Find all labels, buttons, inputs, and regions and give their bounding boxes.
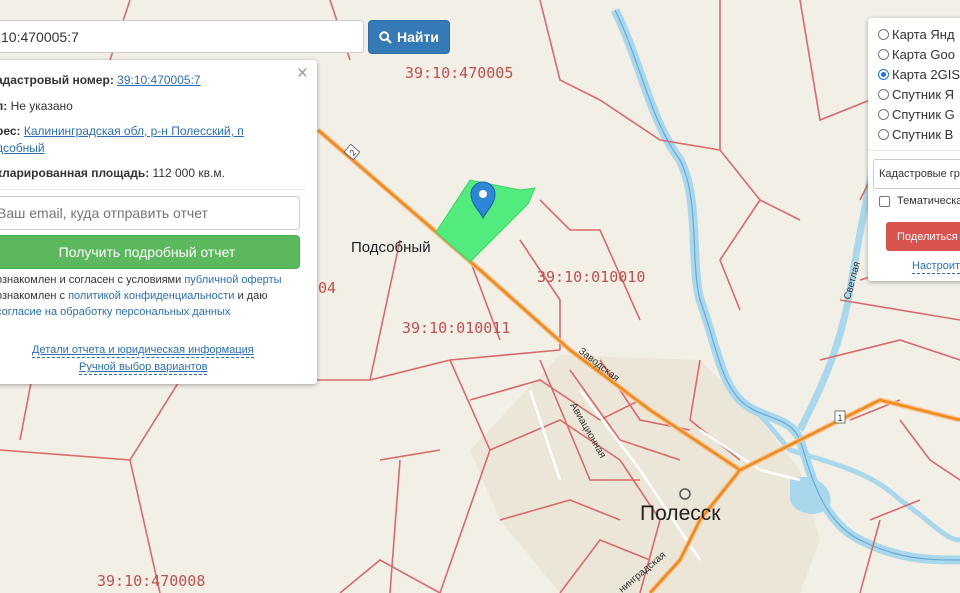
share-button[interactable]: Поделиться — [886, 222, 960, 251]
type-value: Не указано — [10, 99, 73, 113]
parcel-info-panel: × адастровый номер: 39:10:470005:7 п: Не… — [0, 60, 317, 384]
cadastral-number-row: адастровый номер: 39:10:470005:7 — [0, 73, 201, 87]
cadastral-number-label: адастровый номер: — [0, 73, 114, 87]
type-label: п: — [0, 99, 8, 113]
area-label: кларированная площадь: — [0, 166, 150, 180]
terms-privacy: ознакомлен с политикой конфиденциальност… — [0, 288, 268, 304]
get-report-label: Получить подробный отчет — [58, 244, 236, 260]
close-icon[interactable]: × — [297, 64, 308, 83]
road-number-1: 1 — [837, 413, 842, 423]
radio-icon[interactable] — [878, 28, 889, 40]
cadastral-search-input[interactable] — [0, 20, 364, 53]
terms-privacy-text: ознакомлен с — [0, 290, 66, 302]
public-offer-link[interactable]: публичной оферты — [184, 274, 281, 286]
layer-option-yandex-map[interactable]: Карта Янд — [878, 24, 955, 44]
layer-option-yandex-satellite[interactable]: Спутник Я — [878, 84, 954, 104]
search-button-label: Найти — [397, 29, 439, 45]
terms-privacy-tail: и даю — [237, 290, 268, 302]
overlay-select[interactable]: Кадастровые гр — [873, 159, 960, 189]
radio-icon[interactable] — [878, 48, 889, 60]
radio-icon[interactable] — [878, 88, 889, 100]
layers-panel: Карта Янд Карта Goo Карта 2GIS Спутник Я… — [868, 18, 960, 281]
terms-offer: ознакомлен и согласен с условиями публич… — [0, 272, 282, 288]
consent-link[interactable]: согласие на обработку персональных данны… — [0, 306, 230, 318]
terms-consent: согласие на обработку персональных данны… — [0, 304, 230, 320]
checkbox-icon[interactable] — [879, 195, 890, 207]
town-label: Полесск — [640, 502, 721, 525]
village-label: Подсобный — [351, 239, 431, 256]
radio-icon[interactable] — [878, 108, 889, 120]
cadastral-number-link[interactable]: 39:10:470005:7 — [117, 73, 200, 87]
terms-offer-text: ознакомлен и согласен с условиями — [0, 274, 182, 286]
thematic-checkbox[interactable]: Тематическа — [879, 195, 960, 207]
search-button[interactable]: Найти — [368, 20, 450, 54]
address-label: рес: — [0, 124, 21, 138]
radio-selected-icon[interactable] — [878, 68, 889, 80]
layer-option-2gis-map[interactable]: Карта 2GIS — [878, 64, 960, 84]
search-icon — [379, 30, 392, 44]
road-shield-1: 1 — [834, 410, 846, 424]
area-row: кларированная площадь: 112 000 кв.м. — [0, 166, 225, 180]
get-report-button[interactable]: Получить подробный отчет — [0, 235, 300, 269]
area-value: 112 000 кв.м. — [152, 166, 225, 180]
privacy-policy-link[interactable]: политикой конфиденциальности — [68, 290, 234, 302]
cadastral-label: 04 — [318, 279, 336, 297]
layer-option-google-satellite[interactable]: Спутник G — [878, 104, 955, 124]
layer-option-google-map[interactable]: Карта Goo — [878, 44, 955, 64]
settings-link[interactable]: Настроит — [912, 260, 960, 274]
report-details-link[interactable]: Детали отчета и юридическая информация — [32, 344, 254, 358]
manual-selection-link[interactable]: Ручной выбор вариантов — [79, 361, 208, 375]
radio-icon[interactable] — [878, 128, 889, 140]
divider — [868, 150, 960, 151]
divider — [0, 189, 305, 190]
address-row: рес: Калининградская обл, р-н Полесский,… — [0, 124, 244, 138]
address-link[interactable]: Калининградская обл, р-н Полесский, п — [24, 124, 244, 138]
type-row: п: Не указано — [0, 99, 73, 113]
address-link-continued[interactable]: дсобный — [0, 141, 45, 155]
address-row-2: дсобный — [0, 141, 45, 155]
cadastral-label: 39:10:010011 — [402, 319, 510, 337]
cadastral-label: 39:10:470008 — [97, 572, 205, 590]
cadastral-label: 39:10:010010 — [537, 268, 645, 286]
cadastral-label: 39:10:470005 — [405, 64, 513, 82]
layer-option-bing-satellite[interactable]: Спутник B — [878, 124, 953, 144]
email-field[interactable] — [0, 196, 300, 230]
